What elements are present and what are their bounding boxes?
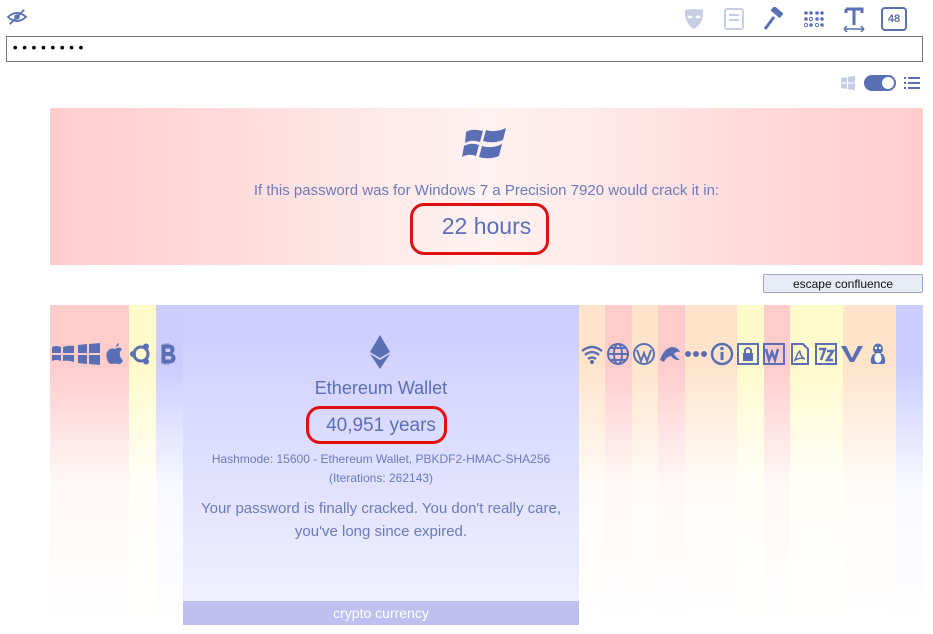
apple-icon[interactable] — [102, 339, 128, 369]
mask-icon[interactable] — [681, 6, 707, 32]
pdf-icon[interactable] — [787, 339, 813, 369]
hide-password-icon[interactable] — [6, 8, 28, 26]
list-view-icon[interactable] — [904, 76, 920, 90]
right-algorithm-icons — [579, 337, 891, 371]
windows-filter-icon[interactable] — [840, 75, 856, 91]
ubuntu-icon[interactable] — [128, 339, 154, 369]
message-line-2: you've long since expired. — [294, 523, 468, 540]
windows-crack-panel: If this password was for Windows 7 a Pre… — [50, 108, 923, 265]
7zip-icon[interactable] — [813, 339, 839, 369]
book-icon[interactable] — [721, 6, 747, 32]
hammer-icon[interactable] — [761, 6, 787, 32]
windows-crack-text: If this password was for Windows 7 a Pre… — [253, 182, 720, 199]
view-controls — [840, 75, 920, 91]
windows-icon[interactable] — [50, 339, 76, 369]
highlight-circle — [410, 203, 549, 255]
info-icon[interactable] — [709, 339, 735, 369]
more-dots-icon[interactable] — [683, 339, 709, 369]
linux-tux-icon[interactable] — [865, 339, 891, 369]
left-algorithm-icons — [50, 337, 180, 371]
algorithm-panel: Ethereum Wallet 40,951 years Hashmode: 1… — [50, 305, 923, 625]
lock-file-icon[interactable] — [735, 339, 761, 369]
highlight-circle-years — [306, 406, 447, 444]
wordpress-icon[interactable] — [631, 339, 657, 369]
bitcoin-icon[interactable] — [154, 339, 180, 369]
view-toggle-switch[interactable] — [864, 75, 896, 91]
toolbar: 48 — [681, 6, 907, 32]
ethereum-wallet-card: Ethereum Wallet 40,951 years Hashmode: 1… — [183, 305, 579, 625]
veracrypt-icon[interactable] — [839, 339, 865, 369]
hashmode-line: Hashmode: 15600 - Ethereum Wallet, PBKDF… — [211, 452, 551, 466]
length-badge[interactable]: 48 — [881, 6, 907, 32]
wallet-title: Ethereum Wallet — [314, 378, 448, 398]
escape-confluence-button[interactable]: escape confluence — [763, 274, 923, 293]
braille-icon[interactable] — [801, 6, 827, 32]
iterations-line: (Iterations: 262143) — [328, 471, 434, 485]
text-size-icon[interactable] — [841, 6, 867, 32]
globe-icon[interactable] — [605, 339, 631, 369]
word-document-icon[interactable] — [761, 339, 787, 369]
result-message: Your password is finally cracked. You do… — [183, 497, 579, 543]
password-input[interactable] — [6, 36, 923, 62]
wifi-icon[interactable] — [579, 339, 605, 369]
hashmode-info: Hashmode: 15600 - Ethereum Wallet, PBKDF… — [183, 450, 579, 488]
message-line-1: Your password is finally cracked. You do… — [200, 500, 561, 517]
windows-logo-icon — [462, 128, 506, 159]
ethereum-icon — [370, 335, 390, 369]
category-label: crypto currency — [183, 601, 579, 625]
mysql-dolphin-icon[interactable] — [657, 339, 683, 369]
windows-modern-icon[interactable] — [76, 339, 102, 369]
length-count: 48 — [881, 7, 907, 31]
